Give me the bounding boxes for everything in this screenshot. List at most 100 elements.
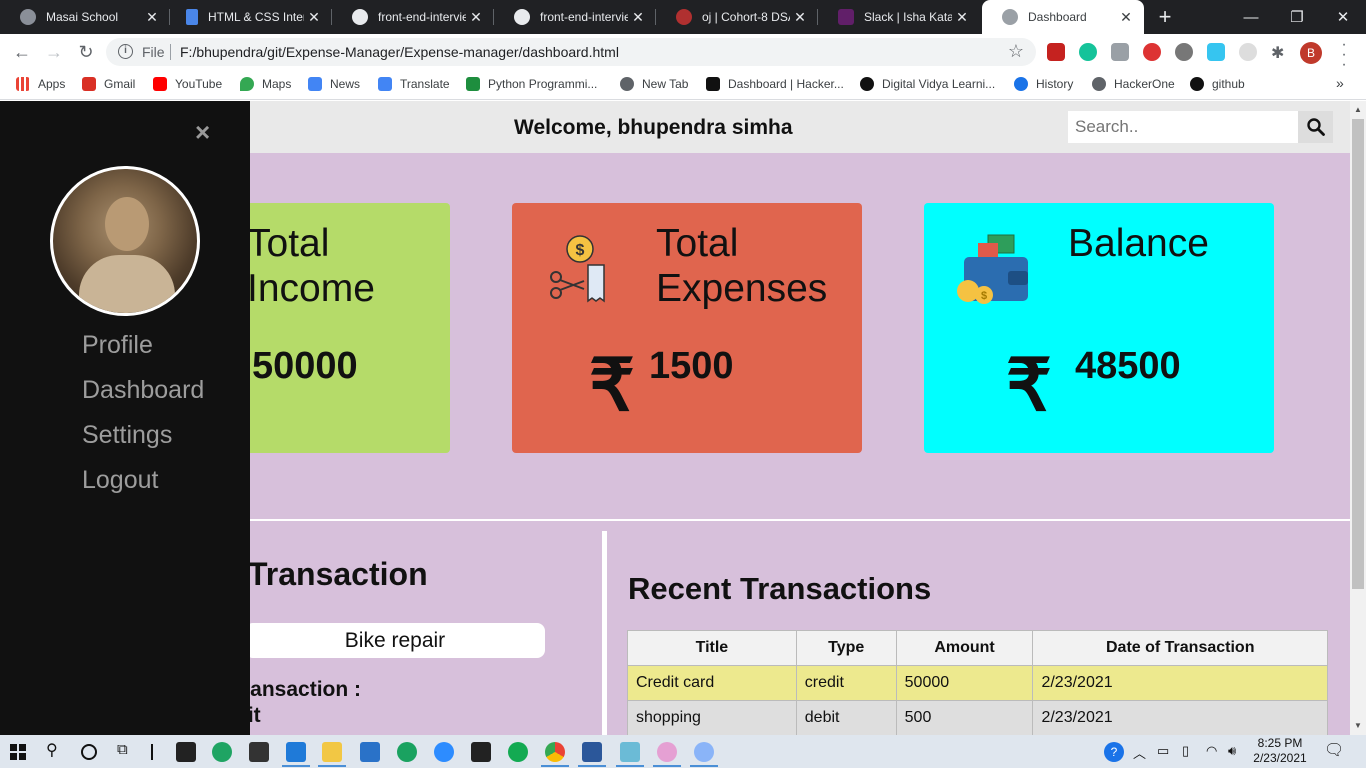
header-title: Title <box>627 630 797 666</box>
mail-icon[interactable] <box>360 742 380 762</box>
bookmark-news[interactable]: News <box>308 77 360 91</box>
menu-icon[interactable]: · · · <box>1336 37 1352 73</box>
bookmark-history[interactable]: History <box>1014 77 1073 91</box>
close-window-button[interactable]: ✕ <box>1320 0 1366 34</box>
extension-icon[interactable] <box>1111 43 1129 61</box>
income-title: Total Income <box>247 222 375 310</box>
word-icon[interactable] <box>582 742 602 762</box>
new-tab-button[interactable]: + <box>1152 4 1178 30</box>
scroll-down-icon[interactable]: ▼ <box>1353 721 1363 730</box>
masai-icon <box>20 9 36 25</box>
tab-slack[interactable]: Slack | Isha Kataria ✕ <box>818 0 980 34</box>
bookmarks-bar: Apps Gmail YouTube Maps News Translate P… <box>0 70 1366 100</box>
close-tab-icon[interactable]: ✕ <box>142 9 162 26</box>
tab-masai[interactable]: Masai School ✕ <box>0 0 170 34</box>
bookmark-gmail[interactable]: Gmail <box>82 77 135 91</box>
paint-icon[interactable] <box>657 742 677 762</box>
sticky-notes-icon[interactable] <box>176 742 196 762</box>
sidebar-item-logout[interactable]: Logout <box>82 466 158 495</box>
task-view-icon[interactable]: ⧉ <box>117 741 128 758</box>
tab-dashboard[interactable]: Dashboard ✕ <box>982 0 1144 34</box>
help-icon[interactable]: ? <box>1104 742 1124 762</box>
news-icon <box>308 77 322 91</box>
extension-icon[interactable] <box>1239 43 1257 61</box>
vertical-scrollbar[interactable]: ▲ ▼ <box>1350 101 1366 735</box>
sidebar-item-dashboard[interactable]: Dashboard <box>82 376 204 405</box>
address-bar[interactable]: i File F:/bhupendra/git/Expense-Manager/… <box>106 38 1036 66</box>
device-icon[interactable]: ▯ <box>1182 743 1189 759</box>
wifi-icon[interactable]: ◠ <box>1206 743 1217 759</box>
clock-time: 8:25 PM <box>1257 736 1303 750</box>
snip-icon[interactable] <box>694 742 714 762</box>
sidebar-item-settings[interactable]: Settings <box>82 421 172 450</box>
more-bookmarks-icon[interactable]: » <box>1336 75 1344 91</box>
system-clock[interactable]: 8:25 PM 2/23/2021 <box>1250 736 1310 766</box>
notepad-icon[interactable] <box>620 742 640 762</box>
notifications-icon[interactable]: 🗨︎ <box>1324 740 1344 760</box>
url-text[interactable]: F:/bhupendra/git/Expense-Manager/Expense… <box>180 44 619 60</box>
battery-icon[interactable]: ▭ <box>1157 743 1169 759</box>
bookmark-python[interactable]: Python Programmi... <box>466 77 597 91</box>
extension-icon[interactable] <box>1047 43 1065 61</box>
transaction-title-input[interactable]: Bike repair <box>245 623 545 658</box>
vscode-icon[interactable] <box>286 742 306 762</box>
bookmark-new-tab[interactable]: New Tab <box>620 77 688 91</box>
forward-icon[interactable]: → <box>42 40 66 64</box>
info-icon[interactable]: i <box>118 44 133 59</box>
bug-icon[interactable] <box>1175 43 1193 61</box>
puzzle-icon[interactable]: ✱ <box>1271 43 1289 62</box>
store-icon[interactable] <box>249 742 269 762</box>
close-tab-icon[interactable]: ✕ <box>790 9 810 26</box>
minimize-button[interactable]: — <box>1228 0 1274 34</box>
back-icon[interactable]: ← <box>10 40 34 64</box>
windows-start-icon[interactable] <box>10 744 26 760</box>
bug-icon[interactable] <box>1143 43 1161 61</box>
recent-transactions-title: Recent Transactions <box>628 571 932 606</box>
close-tab-icon[interactable]: ✕ <box>466 9 486 26</box>
mongodb-icon[interactable] <box>508 742 528 762</box>
zoom-icon[interactable] <box>434 742 454 762</box>
bookmark-maps[interactable]: Maps <box>240 77 291 91</box>
bookmark-digital-vidya[interactable]: Digital Vidya Learni... <box>860 77 995 91</box>
bookmark-github[interactable]: github <box>1190 77 1245 91</box>
close-tab-icon[interactable]: ✕ <box>304 9 324 26</box>
divider <box>151 744 153 760</box>
search-input[interactable] <box>1068 111 1298 143</box>
bookmark-youtube[interactable]: YouTube <box>153 77 222 91</box>
bookmark-translate[interactable]: Translate <box>378 77 450 91</box>
terminal-icon[interactable] <box>471 742 491 762</box>
scroll-up-icon[interactable]: ▲ <box>1353 105 1363 114</box>
tab-strip: Masai School ✕ HTML & CSS Interview ✕ fr… <box>0 0 1366 34</box>
close-tab-icon[interactable]: ✕ <box>1116 9 1136 26</box>
tab-front-end-2[interactable]: front-end-interview ✕ <box>494 0 656 34</box>
bookmark-apps[interactable]: Apps <box>16 77 65 91</box>
volume-icon[interactable]: 🔊︎ <box>1228 743 1236 759</box>
tab-html-css[interactable]: HTML & CSS Interview ✕ <box>170 0 332 34</box>
apps-grid-icon <box>16 77 30 91</box>
scrollbar-thumb[interactable] <box>1352 119 1364 589</box>
sidebar-item-profile[interactable]: Profile <box>82 331 153 360</box>
edge-icon[interactable] <box>212 742 232 762</box>
slack-icon[interactable] <box>1207 43 1225 61</box>
bookmark-star-icon[interactable]: ☆ <box>1008 41 1024 62</box>
bookmark-hackerrank[interactable]: Dashboard | Hacker... <box>706 77 844 91</box>
profile-avatar[interactable]: B <box>1300 42 1322 64</box>
tab-front-end-1[interactable]: front-end-interview ✕ <box>332 0 494 34</box>
chevron-up-icon[interactable]: ︿ <box>1133 743 1146 762</box>
grammarly-icon[interactable] <box>1079 43 1097 61</box>
reload-icon[interactable]: ↻ <box>74 40 98 64</box>
chrome-icon[interactable] <box>545 742 565 762</box>
bookmark-hackerone[interactable]: HackerOne <box>1092 77 1175 91</box>
avatar <box>50 166 200 316</box>
wallet-icon: $ <box>957 234 1028 304</box>
search-icon[interactable]: ⚲ <box>46 740 58 760</box>
tab-oj[interactable]: oj | Cohort-8 DSA ✕ <box>656 0 818 34</box>
file-explorer-icon[interactable] <box>322 742 342 762</box>
cortana-icon[interactable] <box>81 744 97 760</box>
search-button[interactable] <box>1298 111 1333 143</box>
close-tab-icon[interactable]: ✕ <box>628 9 648 26</box>
hangouts-icon[interactable] <box>397 742 417 762</box>
restore-button[interactable]: ❐ <box>1274 0 1320 34</box>
close-tab-icon[interactable]: ✕ <box>952 9 972 26</box>
close-icon[interactable]: × <box>195 117 210 148</box>
